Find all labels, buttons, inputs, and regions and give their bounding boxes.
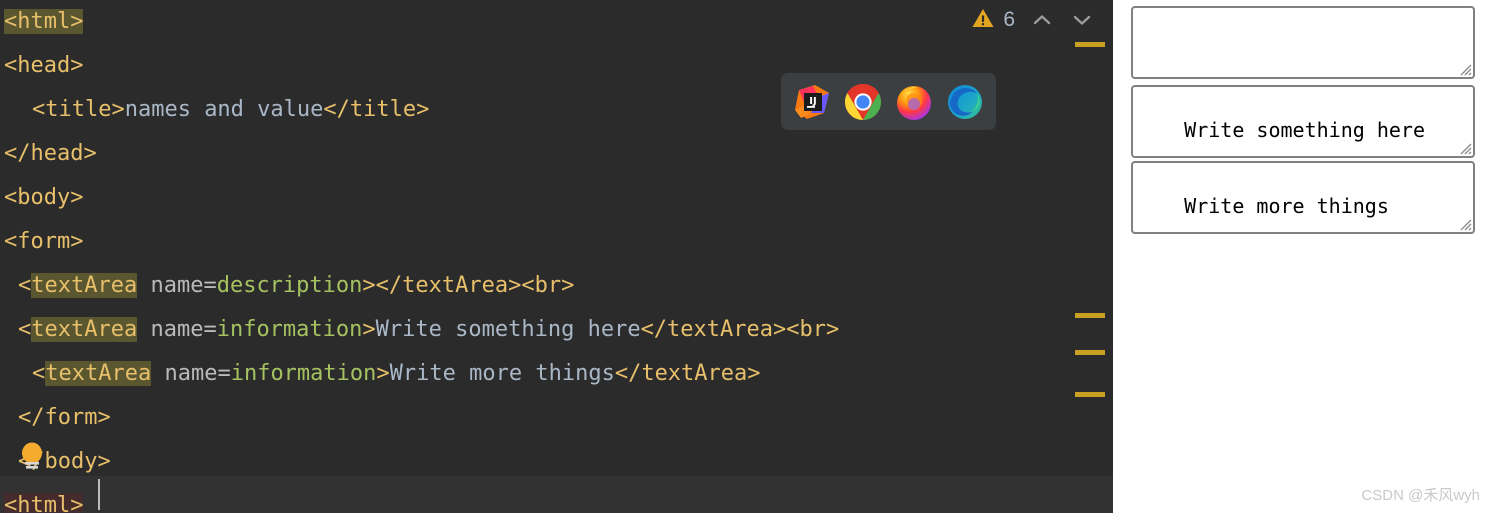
microsoft-edge-icon[interactable] (946, 83, 984, 121)
line-textarea-information-1-token-2: name= (137, 317, 217, 342)
line-textarea-information-2-token-3: information (230, 361, 377, 386)
line-head-open-token-0: <head> (4, 53, 84, 78)
line-textarea-description-token-0: < (18, 273, 32, 298)
line-body-close[interactable]: </body> (0, 440, 1113, 484)
line-form-close-content: </form> (18, 405, 111, 430)
textarea-information-1[interactable]: Write something here (1131, 85, 1475, 158)
line-textarea-information-1-token-6: </textArea> (640, 317, 787, 342)
resize-grip-icon[interactable] (1456, 215, 1472, 231)
line-html-open-token-0: <html> (4, 9, 84, 34)
line-textarea-information-1-token-1: textArea (31, 317, 138, 342)
line-title-token-1: names and value (124, 97, 324, 122)
line-textarea-description-token-1: textArea (31, 273, 138, 298)
textarea-information-2-value: Write more things (1184, 194, 1389, 218)
chevron-up-icon[interactable] (1029, 7, 1055, 33)
browser-preview-pane: Write something here Write more things C… (1113, 0, 1502, 513)
line-textarea-description[interactable]: <textArea name=description></textArea><b… (0, 264, 1113, 308)
google-chrome-icon[interactable] (844, 83, 882, 121)
line-form-open-token-0: <form> (4, 229, 84, 254)
stripe-marker-2[interactable] (1075, 313, 1105, 318)
line-html-last-token-0: <html> (4, 493, 84, 513)
text-caret (98, 479, 100, 510)
line-textarea-information-2-content: <textArea name=information>Write more th… (32, 361, 761, 386)
lightbulb-icon[interactable] (18, 441, 46, 471)
line-title-token-0: <title> (32, 97, 125, 122)
line-html-last[interactable]: <html> (0, 484, 1113, 513)
stripe-marker-4[interactable] (1075, 392, 1105, 397)
line-head-close-token-0: </head> (4, 141, 97, 166)
code-editor-pane[interactable]: <html> <head> <title>names and value</titl… (0, 0, 1113, 513)
line-textarea-description-token-2: name= (137, 273, 217, 298)
watermark: CSDN @禾风wyh (1361, 487, 1480, 504)
line-title-token-2: </title> (323, 97, 430, 122)
line-textarea-information-2-token-0: < (32, 361, 46, 386)
svg-text:IJ: IJ (810, 96, 817, 107)
line-form-open-content: <form> (4, 229, 83, 254)
line-title-content: <title>names and value</title> (32, 97, 429, 122)
browser-launcher-bar[interactable]: IJ (781, 73, 996, 130)
line-textarea-information-2-token-4: > (376, 361, 390, 386)
line-textarea-description-token-3: description (216, 273, 363, 298)
line-textarea-information-1[interactable]: <textArea name=information>Write somethi… (0, 308, 1113, 352)
error-stripe-gutter[interactable] (1069, 0, 1113, 513)
line-textarea-information-2-token-2: name= (151, 361, 231, 386)
line-body-open[interactable]: <body> (0, 176, 1113, 220)
line-form-close-token-0: </form> (18, 405, 111, 430)
line-textarea-information-2-token-6: </textArea> (614, 361, 761, 386)
stripe-marker-1[interactable] (1075, 42, 1105, 47)
line-textarea-information-2[interactable]: <textArea name=information>Write more th… (0, 352, 1113, 396)
line-html-open[interactable]: <html> (0, 0, 1113, 44)
resize-grip-icon[interactable] (1456, 139, 1472, 155)
intellij-idea-icon[interactable]: IJ (793, 83, 831, 121)
line-head-open-content: <head> (4, 53, 83, 78)
stripe-marker-3[interactable] (1075, 350, 1105, 355)
line-textarea-description-token-5: </textArea> (375, 273, 522, 298)
line-textarea-information-2-token-1: textArea (45, 361, 152, 386)
line-head-close-content: </head> (4, 141, 97, 166)
resize-grip-icon[interactable] (1456, 60, 1472, 76)
textarea-information-1-value: Write something here (1184, 118, 1425, 142)
line-form-open[interactable]: <form> (0, 220, 1113, 264)
line-textarea-information-1-token-3: information (216, 317, 363, 342)
textarea-information-2[interactable]: Write more things (1131, 161, 1475, 234)
line-textarea-information-1-token-0: < (18, 317, 32, 342)
line-textarea-information-1-content: <textArea name=information>Write somethi… (18, 317, 839, 342)
firefox-icon[interactable] (895, 83, 933, 121)
line-html-open-content: <html> (4, 9, 84, 34)
line-html-last-content: <html> (4, 493, 84, 513)
textarea-description[interactable] (1131, 6, 1475, 79)
line-textarea-information-1-token-5: Write something here (375, 317, 641, 342)
line-textarea-description-token-6: <br> (521, 273, 575, 298)
warning-triangle-icon (971, 6, 995, 35)
line-body-open-token-0: <body> (4, 185, 84, 210)
line-textarea-information-1-token-7: <br> (786, 317, 840, 342)
line-textarea-description-token-4: > (362, 273, 376, 298)
warning-indicator[interactable]: 6 (971, 6, 1015, 35)
line-textarea-information-1-token-4: > (362, 317, 376, 342)
line-head-close[interactable]: </head> (0, 132, 1113, 176)
line-body-open-content: <body> (4, 185, 83, 210)
line-textarea-information-2-token-5: Write more things (389, 361, 615, 386)
line-form-close[interactable]: </form> (0, 396, 1113, 440)
line-textarea-description-content: <textArea name=description></textArea><b… (18, 273, 574, 298)
warning-count-label: 6 (1003, 8, 1015, 31)
